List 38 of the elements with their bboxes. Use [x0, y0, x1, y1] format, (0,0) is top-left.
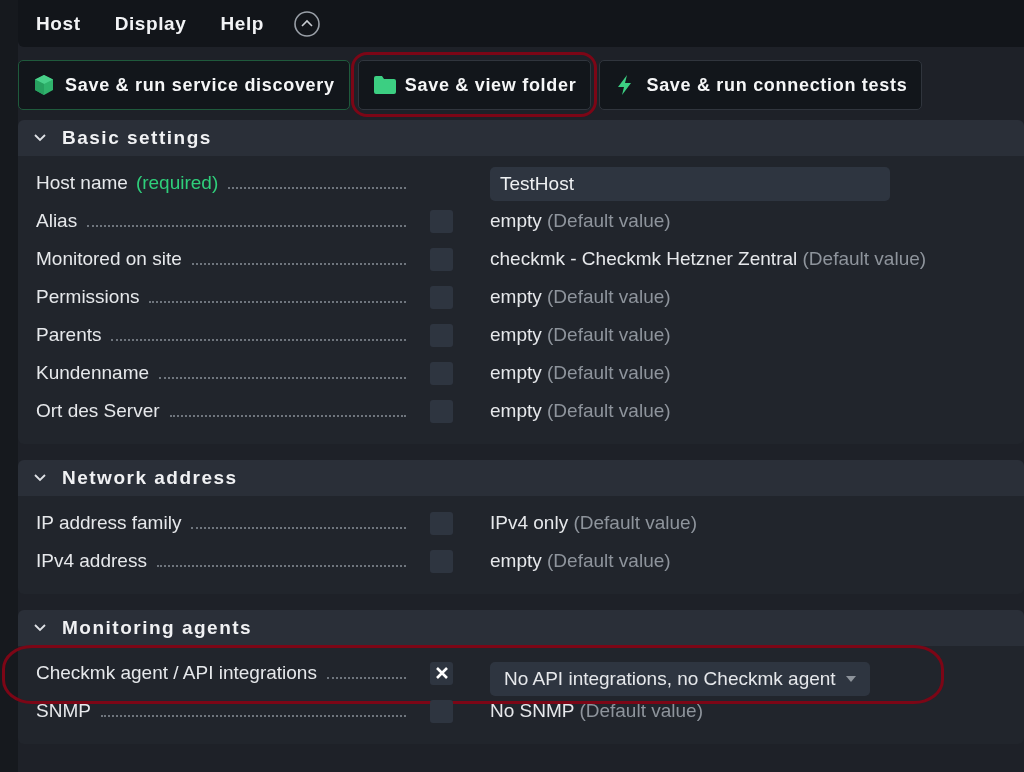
field-value: empty (Default value) [490, 400, 671, 421]
field-label: Permissions [36, 286, 140, 308]
field-label: IP address family [36, 512, 182, 534]
field-label: Ort des Server [36, 400, 160, 422]
text-input[interactable]: TestHost [490, 167, 890, 201]
field-value: empty (Default value) [490, 550, 671, 571]
field-label: Parents [36, 324, 102, 346]
field-label: IPv4 address [36, 550, 147, 572]
caret-icon [845, 676, 856, 682]
field-value: No SNMP (Default value) [490, 700, 703, 721]
dropdown[interactable]: No API integrations, no Checkmk agent [490, 662, 870, 696]
action-button[interactable]: Save & run service discovery [18, 60, 350, 110]
collapse-icon[interactable] [294, 10, 320, 37]
cross-icon [434, 666, 449, 680]
action-button[interactable]: Save & run connection tests [599, 60, 923, 110]
field-label: Alias [36, 210, 78, 232]
section-header[interactable]: Network address [18, 460, 1024, 496]
field-value: empty (Default value) [490, 286, 671, 307]
menu-item[interactable]: Help [220, 12, 264, 35]
checkbox[interactable] [430, 661, 453, 685]
field-label: SNMP [36, 700, 91, 722]
field-label: Host name [36, 172, 128, 194]
section-header[interactable]: Monitoring agents [18, 610, 1024, 646]
action-button[interactable]: Save & view folder [357, 60, 592, 110]
field-value: IPv4 only (Default value) [490, 512, 697, 533]
checkbox[interactable] [430, 699, 453, 723]
field-label: Checkmk agent / API integrations [36, 662, 317, 684]
menu-item[interactable]: Display [114, 12, 187, 35]
field-value: empty (Default value) [490, 210, 671, 231]
field-value: empty (Default value) [490, 362, 671, 383]
field-value: empty (Default value) [490, 324, 671, 345]
field-value: checkmk - Checkmk Hetzner Zentral (Default value) [490, 248, 927, 269]
menu-item[interactable]: Host [36, 12, 81, 35]
field-label: Kundenname [36, 362, 150, 384]
section-header[interactable]: Basic settings [18, 120, 1024, 156]
field-label: Monitored on site [36, 248, 182, 270]
folder-icon [372, 74, 397, 96]
required-note: (required) [135, 172, 219, 194]
